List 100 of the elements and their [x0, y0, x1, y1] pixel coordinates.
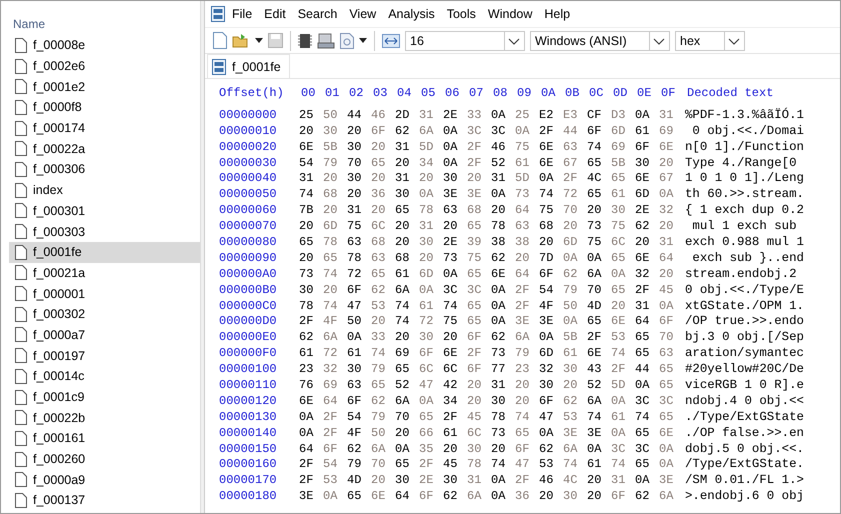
hex-byte: 65 [467, 314, 482, 328]
hex-file-icon [212, 58, 226, 74]
hex-byte: 66 [419, 426, 434, 440]
open-folder-icon[interactable] [232, 32, 250, 48]
hex-byte: 65 [587, 156, 602, 170]
hex-byte: 30 [419, 330, 434, 344]
hex-byte: 20 [467, 394, 482, 408]
hex-byte: 20 [515, 378, 530, 392]
file-list-item[interactable]: f_000302 [9, 304, 200, 325]
encoding-dropdown[interactable]: Windows (ANSI) [530, 30, 670, 50]
bytes-per-row-dropdown[interactable]: 16 [405, 30, 525, 50]
dropdown-caret-icon[interactable] [359, 38, 367, 43]
memory-chip-icon[interactable] [298, 32, 312, 48]
document-icon[interactable] [340, 32, 354, 48]
hex-byte: 31 [491, 378, 506, 392]
dropdown-caret-icon[interactable] [255, 38, 263, 43]
disk-drive-icon[interactable] [317, 32, 335, 48]
hex-byte: 68 [395, 250, 410, 265]
file-list-item[interactable]: f_00008e [9, 35, 200, 56]
hex-byte: 52 [395, 378, 410, 392]
hex-byte: 2D [395, 108, 410, 122]
hex-byte: 74 [539, 187, 554, 202]
file-list-item[interactable]: index [9, 180, 200, 200]
hex-byte: 2F [515, 473, 530, 488]
file-list-item[interactable]: f_0001e2 [9, 76, 200, 98]
file-list-item[interactable]: f_00021a [9, 262, 200, 284]
menu-item[interactable]: Help [539, 7, 576, 21]
hex-byte: 78 [419, 203, 434, 218]
file-list-item[interactable]: f_0000f8 [9, 97, 200, 118]
hex-byte: 20 [467, 378, 482, 392]
file-icon [15, 141, 27, 156]
menu-item[interactable]: Window [482, 7, 538, 21]
hex-byte: 31 [299, 171, 314, 186]
display-mode-dropdown[interactable]: hex [675, 30, 745, 50]
file-list-item[interactable]: f_000306 [9, 159, 200, 180]
hex-byte: 61 [611, 187, 626, 202]
new-file-icon[interactable] [213, 32, 227, 49]
hex-byte: 20 [371, 171, 386, 186]
column-header: 09 [517, 86, 532, 100]
column-header: 06 [445, 86, 460, 100]
menu-item[interactable]: Edit [259, 7, 291, 21]
hex-byte: 53 [371, 298, 386, 313]
hex-byte: 30 [419, 234, 434, 249]
file-list-item[interactable]: f_0000a7 [9, 324, 200, 346]
hex-byte: 6F [611, 489, 626, 504]
file-list-item[interactable]: f_0001c9 [9, 386, 200, 408]
file-list-item[interactable]: f_00014c [9, 366, 200, 387]
hex-byte: 0A [443, 124, 458, 138]
hex-byte: 74 [299, 187, 314, 202]
hex-byte: 36 [371, 187, 386, 202]
hex-byte: 30 [395, 187, 410, 202]
hex-byte: 74 [611, 457, 626, 472]
file-list-item[interactable]: f_00022b [9, 407, 200, 428]
hex-byte: 6F [635, 140, 650, 154]
menu-item[interactable]: Search [292, 7, 342, 21]
file-list-item[interactable]: f_000174 [9, 118, 200, 138]
file-icon [15, 390, 27, 405]
hex-byte: 30 [467, 442, 482, 456]
hex-byte: 74 [323, 266, 338, 281]
file-list-item[interactable]: f_00022a [9, 138, 200, 160]
hex-byte: 6D [635, 187, 650, 202]
decoded-text: exch 0.988 mul 1 [685, 234, 804, 249]
file-list-item[interactable]: f_0000a9 [9, 469, 200, 490]
hex-byte: 20 [611, 298, 626, 313]
file-list-item[interactable]: f_000301 [9, 200, 200, 222]
decoded-text: %PDF-1.3.%âãÏÓ.1 [685, 108, 804, 122]
hex-byte: 6F [323, 442, 338, 456]
menu-item[interactable]: Analysis [383, 7, 440, 21]
hex-byte: 0A [491, 282, 506, 297]
file-list-item[interactable]: f_000260 [9, 448, 200, 470]
file-tab[interactable]: f_0001fe [207, 54, 290, 78]
hex-byte: 65 [611, 282, 626, 297]
hex-byte: 74 [395, 298, 410, 313]
hex-byte: 20 [587, 473, 602, 488]
menu-item[interactable]: File [227, 7, 258, 21]
file-list-item[interactable]: f_000303 [9, 221, 200, 242]
column-width-icon[interactable] [382, 34, 400, 48]
menu-item[interactable]: View [344, 7, 382, 21]
hex-byte: 3C [635, 394, 650, 408]
file-icon [15, 203, 27, 218]
file-list-item[interactable]: f_000137 [9, 490, 200, 511]
file-list-item[interactable]: f_0002e6 [9, 56, 200, 76]
hex-byte: 20 [395, 219, 410, 234]
file-icon [15, 58, 27, 74]
file-list-item[interactable]: f_000001 [9, 283, 200, 304]
hex-byte: 75 [587, 234, 602, 249]
hex-byte: 20 [659, 266, 674, 281]
column-header[interactable]: Name [9, 9, 200, 35]
file-list-item[interactable]: f_000197 [9, 345, 200, 366]
hex-byte: 61 [419, 298, 434, 313]
hex-byte: 2F [563, 171, 578, 186]
file-list-item[interactable]: f_000161 [9, 428, 200, 449]
decoded-text: >.endobj.6 0 obj [685, 489, 804, 504]
hex-byte: 0A [539, 171, 554, 186]
hex-byte: 75 [539, 203, 554, 218]
menu-item[interactable]: Tools [442, 7, 481, 21]
column-header: 0E [637, 86, 652, 100]
file-list-item[interactable]: f_0001fe [9, 242, 200, 263]
hex-byte: 2F [467, 346, 482, 360]
hex-byte: 67 [563, 156, 578, 170]
